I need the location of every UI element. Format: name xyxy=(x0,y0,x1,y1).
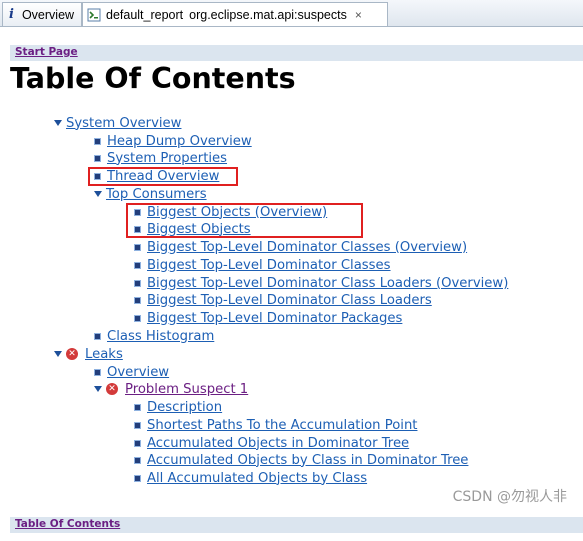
watermark: CSDN @勿视人非 xyxy=(452,489,567,505)
system-overview-link[interactable]: System Overview xyxy=(66,116,181,131)
dominator-classes-overview-link[interactable]: Biggest Top-Level Dominator Classes (Ove… xyxy=(147,240,467,255)
tab-default-report[interactable]: default_report org.eclipse.mat.api:suspe… xyxy=(82,2,388,26)
problem-suspect-1-link[interactable]: Problem Suspect 1 xyxy=(125,382,248,397)
error-icon: ✕ xyxy=(106,383,118,395)
toc-item-system-properties: System Properties xyxy=(94,149,227,167)
header-bar: Start Page xyxy=(10,45,583,61)
bullet-icon xyxy=(134,421,141,429)
bullet-icon xyxy=(94,137,101,145)
bullet-icon xyxy=(134,225,141,233)
bullet-icon xyxy=(94,172,101,180)
close-icon[interactable]: × xyxy=(355,8,362,22)
description-link[interactable]: Description xyxy=(147,400,222,415)
bullet-icon xyxy=(94,368,101,376)
toc-item-class-histogram: Class Histogram xyxy=(94,327,214,345)
all-accumulated-by-class-link[interactable]: All Accumulated Objects by Class xyxy=(147,471,367,486)
bullet-icon xyxy=(134,474,141,482)
tab-overview-label: Overview xyxy=(21,7,75,22)
system-properties-link[interactable]: System Properties xyxy=(107,151,227,166)
bullet-icon xyxy=(134,314,141,322)
tab-report-subtitle: org.eclipse.mat.api:suspects xyxy=(189,7,347,22)
toc-item-leaks: ✕ Leaks xyxy=(54,345,123,363)
expand-triangle-icon[interactable] xyxy=(54,120,62,126)
biggest-objects-link[interactable]: Biggest Objects xyxy=(147,222,251,237)
footer-bar: Table Of Contents xyxy=(10,517,583,533)
dominator-classes-link[interactable]: Biggest Top-Level Dominator Classes xyxy=(147,258,391,273)
toc-item-dominator-classes: Biggest Top-Level Dominator Classes xyxy=(134,256,391,274)
expand-triangle-icon[interactable] xyxy=(54,351,62,357)
dominator-class-loaders-overview-link[interactable]: Biggest Top-Level Dominator Class Loader… xyxy=(147,276,508,291)
toc-item-accumulated-by-class-dominator-tree: Accumulated Objects by Class in Dominato… xyxy=(134,451,468,469)
bullet-icon xyxy=(94,332,101,340)
toc-item-leaks-overview: Overview xyxy=(94,363,169,381)
accumulated-dominator-tree-link[interactable]: Accumulated Objects in Dominator Tree xyxy=(147,436,409,451)
bullet-icon xyxy=(134,208,141,216)
top-consumers-link[interactable]: Top Consumers xyxy=(106,187,207,202)
bullet-icon xyxy=(134,439,141,447)
toc-item-biggest-objects: Biggest Objects xyxy=(134,220,251,238)
toc-item-accumulated-dominator-tree: Accumulated Objects in Dominator Tree xyxy=(134,434,409,452)
bullet-icon xyxy=(134,243,141,251)
tab-report-label: default_report xyxy=(106,7,184,22)
toc-item-shortest-paths: Shortest Paths To the Accumulation Point xyxy=(134,416,417,434)
report-content: Start Page Table Of Contents System Over… xyxy=(0,27,583,541)
heap-dump-overview-link[interactable]: Heap Dump Overview xyxy=(107,134,252,149)
expand-triangle-icon[interactable] xyxy=(94,386,102,392)
bullet-icon xyxy=(134,279,141,287)
accumulated-by-class-dominator-tree-link[interactable]: Accumulated Objects by Class in Dominato… xyxy=(147,453,468,468)
error-icon: ✕ xyxy=(66,348,78,360)
dominator-packages-link[interactable]: Biggest Top-Level Dominator Packages xyxy=(147,311,402,326)
table-of-contents-link[interactable]: Table Of Contents xyxy=(15,518,120,530)
toc-item-thread-overview: Thread Overview xyxy=(94,167,219,185)
class-histogram-link[interactable]: Class Histogram xyxy=(107,329,214,344)
biggest-objects-overview-link[interactable]: Biggest Objects (Overview) xyxy=(147,205,327,220)
bullet-icon xyxy=(134,296,141,304)
toc-item-description: Description xyxy=(134,398,222,416)
report-icon xyxy=(87,8,101,22)
toc-item-biggest-objects-overview: Biggest Objects (Overview) xyxy=(134,203,327,221)
toc-item-dominator-classes-overview: Biggest Top-Level Dominator Classes (Ove… xyxy=(134,238,467,256)
toc-item-dominator-class-loaders-overview: Biggest Top-Level Dominator Class Loader… xyxy=(134,274,508,292)
toc-item-dominator-packages: Biggest Top-Level Dominator Packages xyxy=(134,309,402,327)
info-icon: i xyxy=(9,7,14,22)
toc-item-top-consumers: Top Consumers xyxy=(94,185,207,203)
dominator-class-loaders-link[interactable]: Biggest Top-Level Dominator Class Loader… xyxy=(147,293,432,308)
toc-item-all-accumulated-by-class: All Accumulated Objects by Class xyxy=(134,469,367,487)
thread-overview-link[interactable]: Thread Overview xyxy=(107,169,219,184)
bullet-icon xyxy=(94,154,101,162)
bullet-icon xyxy=(134,261,141,269)
bullet-icon xyxy=(134,403,141,411)
toc-item-system-overview: System Overview xyxy=(54,114,181,132)
expand-triangle-icon[interactable] xyxy=(94,191,102,197)
page-title: Table Of Contents xyxy=(10,62,296,95)
toc-item-heap-dump-overview: Heap Dump Overview xyxy=(94,132,252,150)
start-page-link[interactable]: Start Page xyxy=(15,46,78,58)
leaks-overview-link[interactable]: Overview xyxy=(107,365,169,380)
bullet-icon xyxy=(134,456,141,464)
toc-item-dominator-class-loaders: Biggest Top-Level Dominator Class Loader… xyxy=(134,291,432,309)
editor-tab-bar: i Overview default_report org.eclipse.ma… xyxy=(0,0,583,27)
leaks-link[interactable]: Leaks xyxy=(85,347,123,362)
shortest-paths-link[interactable]: Shortest Paths To the Accumulation Point xyxy=(147,418,417,433)
tab-overview[interactable]: i Overview xyxy=(2,2,82,26)
toc-item-problem-suspect-1: ✕ Problem Suspect 1 xyxy=(94,380,248,398)
